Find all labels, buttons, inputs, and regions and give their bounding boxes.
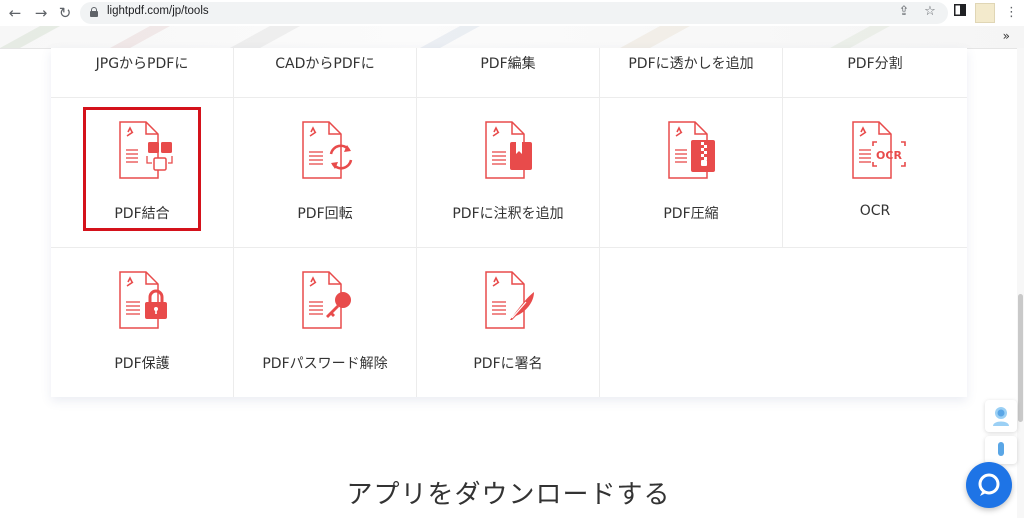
merge-icon	[110, 118, 174, 182]
tool-pdf-sign[interactable]: PDFに署名	[417, 248, 600, 397]
chat-button[interactable]	[966, 462, 1012, 508]
tool-cad-to-pdf[interactable]: CADからPDFに	[234, 48, 417, 98]
tool-label: PDF結合	[114, 206, 170, 222]
tool-label: PDFパスワード解除	[262, 356, 388, 372]
sign-icon	[476, 268, 540, 332]
tool-pdf-unlock[interactable]: PDFパスワード解除	[234, 248, 417, 397]
tool-add-watermark[interactable]: PDFに透かしを追加	[600, 48, 783, 98]
tool-pdf-split[interactable]: PDF分割	[783, 48, 967, 98]
lock-icon	[90, 7, 98, 17]
bookmarks-bar: »	[0, 26, 1024, 49]
share-icon[interactable]: ⇪	[896, 4, 912, 20]
compress-icon	[659, 118, 723, 182]
scroll-top-button[interactable]	[985, 436, 1017, 464]
key-icon	[293, 268, 357, 332]
support-agent-icon	[993, 407, 1009, 426]
tool-label: OCR	[859, 203, 891, 219]
tool-add-annotation[interactable]: PDFに注釈を追加	[417, 98, 600, 248]
annotate-icon	[476, 118, 540, 182]
ocr-icon: OCR	[843, 118, 907, 182]
bookmarks-background-pattern	[0, 26, 890, 48]
tool-label: CADからPDFに	[275, 56, 375, 72]
tool-label: PDF保護	[114, 356, 170, 372]
back-arrow-icon[interactable]: ←	[6, 4, 24, 22]
tool-pdf-edit[interactable]: PDF編集	[417, 48, 600, 98]
pin-icon	[998, 442, 1004, 456]
more-bookmarks-chevron[interactable]: »	[1003, 29, 1010, 43]
forward-arrow-icon[interactable]: →	[32, 4, 50, 22]
tool-label: PDFに注釈を追加	[452, 206, 564, 222]
tool-pdf-rotate[interactable]: PDF回転	[234, 98, 417, 248]
address-bar[interactable]: lightpdf.com/jp/tools ⇪ ☆	[80, 2, 948, 24]
support-agent-button[interactable]	[985, 400, 1017, 432]
tool-label: PDF圧縮	[663, 206, 719, 222]
tool-pdf-merge[interactable]: PDF結合	[51, 98, 234, 248]
tool-label: PDFに署名	[473, 356, 543, 372]
tool-label: PDF分割	[847, 56, 903, 72]
tool-jpg-to-pdf[interactable]: JPGからPDFに	[51, 48, 234, 98]
side-panel-icon[interactable]	[954, 4, 966, 22]
url-text: lightpdf.com/jp/tools	[107, 5, 209, 17]
tool-pdf-protect[interactable]: PDF保護	[51, 248, 234, 397]
ocr-icon-text: OCR	[876, 149, 902, 162]
profile-avatar[interactable]	[975, 3, 995, 23]
tool-label: PDF編集	[480, 56, 536, 72]
chat-bubble-icon	[978, 473, 1000, 496]
menu-kebab-icon[interactable]: ⋮	[1005, 4, 1018, 22]
tool-pdf-compress[interactable]: PDF圧縮	[600, 98, 783, 248]
app-download-heading: アプリをダウンロードする	[346, 480, 671, 510]
tool-ocr[interactable]: OCR OCR	[783, 98, 967, 248]
browser-toolbar: ← → ↻ lightpdf.com/jp/tools ⇪ ☆ ⋮	[0, 0, 1024, 26]
page-scrollbar[interactable]	[1017, 48, 1024, 518]
rotate-icon	[293, 118, 357, 182]
tools-grid-panel: JPGからPDFに CADからPDFに PDF編集 PDFに透かしを追加 PDF…	[51, 48, 967, 397]
tool-label: PDFに透かしを追加	[628, 56, 754, 72]
reload-icon[interactable]: ↻	[56, 4, 74, 22]
tool-label: PDF回転	[297, 206, 353, 222]
bookmark-star-icon[interactable]: ☆	[922, 4, 938, 20]
lock-icon	[110, 268, 174, 332]
scrollbar-thumb[interactable]	[1018, 294, 1023, 422]
tool-label: JPGからPDFに	[95, 56, 189, 72]
